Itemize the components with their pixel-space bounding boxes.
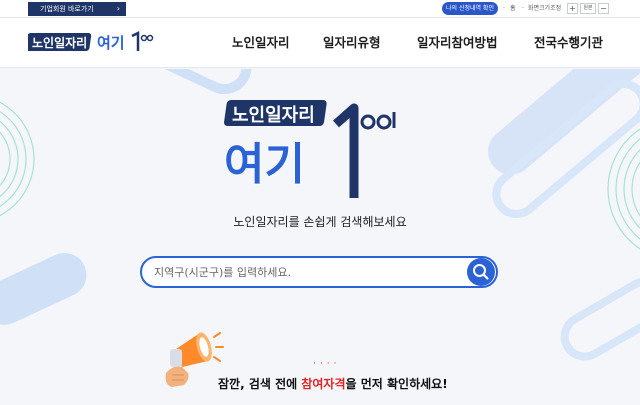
eligibility-notice: 잠깐, 검색 전에 참여자격을 먼저 확인하세요!: [218, 375, 448, 392]
hero-logo-text-top: 노인일자리: [232, 105, 315, 126]
arrow-right-icon: ›: [116, 4, 120, 13]
zoom-label: 화면크기조정: [528, 5, 562, 12]
home-link[interactable]: 홈: [510, 3, 516, 15]
nav-item-job-types[interactable]: 일자리유형: [323, 18, 381, 68]
logo-graphic: 노인일자리 여기: [25, 30, 154, 52]
hero-logo: 노인일자리 여기: [218, 94, 418, 204]
site-logo[interactable]: 노인일자리 여기: [25, 30, 163, 56]
separator: ·: [503, 5, 505, 12]
zoom-in-button[interactable]: +: [567, 3, 578, 14]
business-member-label: 기업회원 바로가기: [40, 5, 94, 13]
hand-icon: [165, 366, 189, 387]
search-icon: [473, 264, 489, 280]
emphasis-dots: ····: [313, 359, 341, 369]
separator: ·: [522, 5, 524, 12]
hero-logo-text-bottom: 여기: [224, 139, 305, 190]
my-application-check-button[interactable]: 나의 신청내역 확인: [442, 2, 498, 15]
eligibility-link[interactable]: 참여자격: [301, 377, 345, 391]
business-member-button[interactable]: 기업회원 바로가기 ›: [28, 2, 126, 16]
notice-suffix: 을 먼저 확인하세요!: [345, 377, 448, 391]
utility-bar: 기업회원 바로가기 › 나의 신청내역 확인 · 홈 · 화면크기조정 + 원본…: [0, 0, 640, 18]
region-search-input[interactable]: [154, 258, 464, 286]
hero-logo-graphic: 노인일자리 여기: [223, 100, 396, 198]
hero-section: 노인일자리 여기 노인일자리를 손쉽게 검색해보세요 지역구(시군구)를 입력하…: [0, 69, 640, 405]
zoom-out-button[interactable]: −: [598, 3, 609, 14]
megaphone-icon: [165, 332, 224, 387]
megaphone-illustration: [162, 327, 224, 393]
search-button[interactable]: [467, 258, 495, 286]
notice-prefix: 잠깐, 검색 전에: [218, 377, 302, 391]
hero-subtitle: 노인일자리를 손쉽게 검색해보세요: [233, 215, 407, 229]
nav-item-participation[interactable]: 일자리참여방법: [417, 18, 498, 68]
nav-item-agencies[interactable]: 전국수행기관: [534, 18, 603, 68]
logo-text-top: 노인일자리: [32, 35, 87, 50]
search-bar: [140, 256, 498, 288]
zoom-reset-button[interactable]: 원본: [580, 3, 596, 14]
logo-text-bottom: 여기: [97, 34, 125, 52]
site-header: 노인일자리 여기 노인일자리 일자리유형 일자리참여방법 전국수행기관: [0, 18, 640, 68]
nav-item-senior-jobs[interactable]: 노인일자리: [232, 18, 290, 68]
